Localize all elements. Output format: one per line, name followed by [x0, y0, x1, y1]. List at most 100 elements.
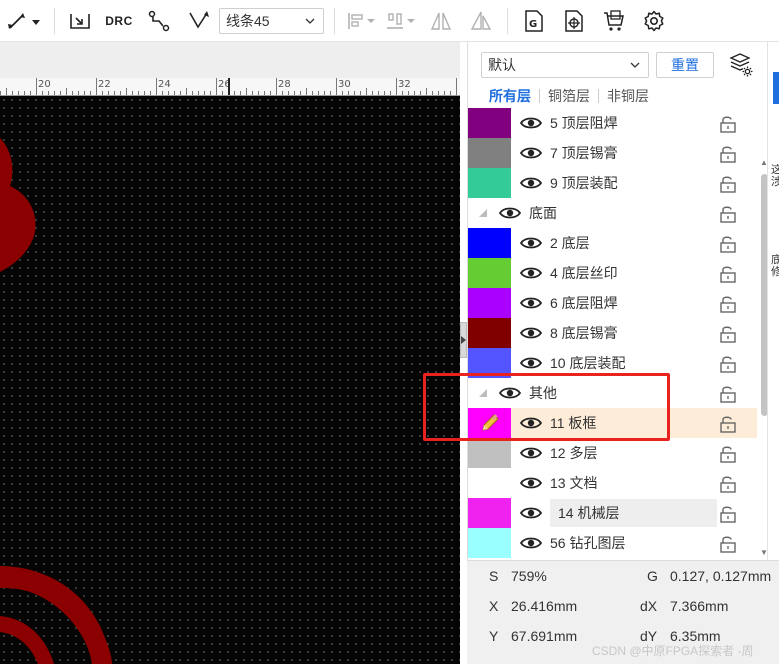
layer-group-row[interactable]: 其他: [468, 378, 757, 408]
diagonal-line-icon: [8, 12, 40, 29]
layer-preset-select[interactable]: 默认: [481, 52, 649, 78]
unlock-icon[interactable]: [718, 294, 738, 314]
mirror-icon: [470, 11, 492, 30]
layer-row[interactable]: 10 底层装配: [468, 348, 757, 378]
ruler-tick: [270, 91, 271, 95]
layer-row[interactable]: 8 底层锡膏: [468, 318, 757, 348]
layer-row[interactable]: 7 顶层锡膏: [468, 138, 757, 168]
unlock-icon[interactable]: [718, 204, 738, 224]
ruler-tick: [240, 91, 241, 95]
unlock-icon[interactable]: [718, 384, 738, 404]
line-mode-select[interactable]: 线条45: [219, 7, 324, 34]
layer-row[interactable]: 13 文档: [468, 468, 757, 498]
panel-collapse-handle[interactable]: [460, 322, 467, 358]
unlock-icon[interactable]: [718, 114, 738, 134]
settings-button[interactable]: [634, 5, 674, 37]
pcb-canvas[interactable]: [0, 96, 460, 664]
layer-color-swatch[interactable]: [468, 318, 511, 348]
layer-row[interactable]: 9 顶层装配: [468, 168, 757, 198]
ruler-tick: [60, 91, 61, 95]
layer-name: 7 顶层锡膏: [550, 145, 618, 161]
layer-tabs: 所有层 铜箔层 非铜层: [482, 86, 657, 106]
eye-icon[interactable]: [519, 475, 543, 491]
tab-non-copper-layers[interactable]: 非铜层: [599, 86, 657, 106]
svg-text:G: G: [529, 19, 537, 30]
layer-color-swatch[interactable]: [468, 288, 511, 318]
ruler-tick: [12, 91, 13, 95]
flip-vertical-button[interactable]: [461, 5, 501, 37]
layer-color-swatch[interactable]: [468, 468, 511, 498]
bom-order-button[interactable]: [594, 5, 634, 37]
layer-row[interactable]: 6 底层阻焊: [468, 288, 757, 318]
expand-arrow-icon[interactable]: [473, 378, 493, 408]
layer-color-swatch[interactable]: [468, 168, 511, 198]
layer-name: 4 底层丝印: [550, 265, 618, 281]
measure-tool-button[interactable]: [0, 5, 48, 37]
eye-icon[interactable]: [519, 535, 543, 551]
eye-icon[interactable]: [519, 235, 543, 251]
align-left-icon: [348, 12, 375, 29]
unlock-icon[interactable]: [718, 444, 738, 464]
layer-color-swatch[interactable]: [468, 108, 511, 138]
layer-row[interactable]: 56 钻孔图层: [468, 528, 757, 558]
side-panel-tab-indicator[interactable]: [773, 72, 779, 104]
eye-icon[interactable]: [498, 205, 522, 221]
layer-row[interactable]: 5 顶层阻焊: [468, 108, 757, 138]
unlock-icon[interactable]: [718, 174, 738, 194]
eye-icon[interactable]: [519, 325, 543, 341]
layer-row[interactable]: 12 多层: [468, 438, 757, 468]
eye-icon[interactable]: [519, 115, 543, 131]
eye-icon[interactable]: [519, 445, 543, 461]
layer-color-swatch[interactable]: [468, 348, 511, 378]
layer-row[interactable]: 11 板框: [468, 408, 757, 438]
layer-color-swatch[interactable]: [468, 438, 511, 468]
side-panel-text-1: 这 涉: [771, 164, 779, 188]
unlock-icon[interactable]: [718, 504, 738, 524]
layer-color-swatch[interactable]: [468, 258, 511, 288]
layer-row[interactable]: 4 底层丝印: [468, 258, 757, 288]
layer-color-swatch[interactable]: [468, 408, 511, 438]
eye-icon[interactable]: [519, 175, 543, 191]
eye-icon[interactable]: [519, 295, 543, 311]
tab-copper-layers[interactable]: 铜箔层: [540, 86, 598, 106]
layer-group-row[interactable]: 底面: [468, 198, 757, 228]
drc-button[interactable]: DRC: [99, 5, 139, 37]
layer-row[interactable]: 2 底层: [468, 228, 757, 258]
eye-icon[interactable]: [519, 355, 543, 371]
route-angle-button[interactable]: [179, 5, 219, 37]
layer-color-swatch[interactable]: [468, 228, 511, 258]
unlock-icon[interactable]: [718, 264, 738, 284]
route-track-button[interactable]: [139, 5, 179, 37]
tab-all-layers[interactable]: 所有层: [482, 86, 539, 106]
unlock-icon[interactable]: [718, 324, 738, 344]
ruler-tick: [54, 91, 55, 95]
unlock-icon[interactable]: [718, 414, 738, 434]
layer-color-swatch[interactable]: [468, 498, 511, 528]
unlock-icon[interactable]: [718, 534, 738, 554]
unlock-icon[interactable]: [718, 354, 738, 374]
reset-button[interactable]: 重置: [656, 52, 714, 78]
eye-icon[interactable]: [519, 505, 543, 521]
eye-icon[interactable]: [498, 385, 522, 401]
layer-color-swatch[interactable]: [468, 528, 511, 558]
unlock-icon[interactable]: [718, 234, 738, 254]
layer-row[interactable]: 14 机械层: [468, 498, 757, 528]
unlock-icon[interactable]: [718, 474, 738, 494]
ruler-tick: [144, 91, 145, 95]
shopping-cart-icon: [604, 9, 624, 31]
eye-icon[interactable]: [519, 265, 543, 281]
gerber-file-icon: G: [525, 9, 543, 32]
layer-settings-button[interactable]: [728, 52, 754, 78]
eye-icon[interactable]: [519, 145, 543, 161]
eye-icon[interactable]: [519, 415, 543, 431]
align-left-button[interactable]: [341, 5, 381, 37]
expand-arrow-icon[interactable]: [473, 198, 493, 228]
unlock-icon[interactable]: [718, 144, 738, 164]
ruler-label: 32: [398, 79, 411, 90]
flip-horizontal-button[interactable]: [421, 5, 461, 37]
gerber-button[interactable]: G: [514, 5, 554, 37]
pick-place-button[interactable]: [554, 5, 594, 37]
distribute-button[interactable]: [381, 5, 421, 37]
layer-color-swatch[interactable]: [468, 138, 511, 168]
route-end-button[interactable]: [61, 5, 99, 37]
